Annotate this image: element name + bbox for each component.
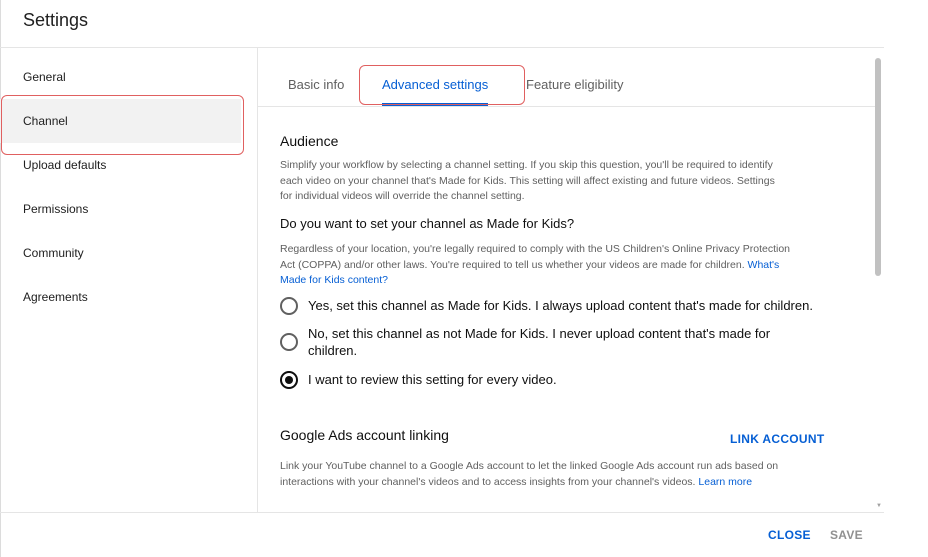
audience-description-line: each video on your channel that's Made f… (280, 174, 775, 187)
radio-label: I want to review this setting for every … (308, 372, 557, 387)
sidebar-item-label: Agreements (23, 290, 88, 304)
sidebar-item-label: Community (23, 246, 84, 260)
coppa-notice-text: Act (COPPA) and/or other laws. You're re… (280, 258, 745, 271)
active-tab-indicator (382, 103, 488, 106)
google-ads-description-text: interactions with your channel's videos … (280, 475, 696, 488)
tab-label: Advanced settings (382, 76, 489, 92)
audience-heading: Audience (280, 133, 339, 149)
coppa-notice-line: Regardless of your location, you're lega… (280, 243, 790, 255)
google-ads-description-line: Link your YouTube channel to a Google Ad… (280, 460, 779, 472)
settings-sidebar: General Channel Upload defaults Permissi… (0, 55, 257, 319)
sidebar-item-agreements[interactable]: Agreements (0, 275, 257, 319)
radio-label-line: No, set this channel as not Made for Kid… (308, 326, 771, 341)
google-ads-heading: Google Ads account linking (280, 427, 449, 443)
sidebar-divider (257, 47, 258, 512)
tab-bar: Basic info Advanced settings Feature eli… (258, 62, 875, 107)
scroll-down-arrow-icon[interactable]: ▼ (876, 503, 882, 509)
sidebar-item-label: Upload defaults (23, 158, 107, 172)
footer-divider (0, 512, 884, 513)
sidebar-item-label: Channel (23, 114, 68, 128)
scrollbar-thumb[interactable] (875, 58, 881, 276)
save-button[interactable]: SAVE (830, 528, 863, 542)
google-ads-description: Link your YouTube channel to a Google Ad… (280, 459, 840, 490)
sidebar-item-label: General (23, 70, 66, 84)
radio-option-not-made-for-kids[interactable]: No, set this channel as not Made for Kid… (280, 325, 770, 359)
sidebar-item-channel[interactable]: Channel (0, 99, 241, 143)
link-account-button[interactable]: LINK ACCOUNT (730, 432, 824, 446)
dialog-title: Settings (23, 10, 89, 30)
settings-dialog: Settings General Channel Upload defaults… (0, 0, 884, 557)
tab-advanced-settings[interactable]: Advanced settings (382, 62, 488, 106)
made-for-kids-link-continued[interactable]: Made for Kids content? (280, 273, 840, 289)
made-for-kids-link[interactable]: What's (748, 259, 780, 271)
audience-description: Simplify your workflow by selecting a ch… (280, 158, 840, 205)
learn-more-link[interactable]: Learn more (698, 476, 752, 488)
coppa-notice-line: Act (COPPA) and/or other laws. You're re… (280, 258, 840, 274)
sidebar-item-community[interactable]: Community (0, 231, 257, 275)
radio-button-unchecked[interactable] (280, 297, 298, 315)
tab-basic-info[interactable]: Basic info (288, 62, 344, 106)
radio-option-review-every-video[interactable]: I want to review this setting for every … (280, 371, 557, 389)
audience-description-line: for individual videos will override the … (280, 190, 525, 202)
radio-label: Yes, set this channel as Made for Kids. … (308, 298, 813, 313)
sidebar-item-general[interactable]: General (0, 55, 257, 99)
google-ads-description-line: interactions with your channel's videos … (280, 475, 840, 491)
close-button[interactable]: CLOSE (768, 528, 811, 542)
radio-button-checked[interactable] (280, 371, 298, 389)
coppa-notice: Regardless of your location, you're lega… (280, 242, 840, 289)
header-divider (0, 47, 884, 48)
radio-option-made-for-kids[interactable]: Yes, set this channel as Made for Kids. … (280, 297, 813, 315)
radio-button-unchecked[interactable] (280, 333, 298, 351)
sidebar-item-upload-defaults[interactable]: Upload defaults (0, 143, 257, 187)
sidebar-item-label: Permissions (23, 202, 89, 216)
radio-label-line: children. (308, 343, 358, 358)
tab-label: Basic info (288, 76, 345, 92)
tab-label: Feature eligibility (526, 76, 624, 92)
audience-description-line: Simplify your workflow by selecting a ch… (280, 159, 773, 171)
sidebar-item-permissions[interactable]: Permissions (0, 187, 257, 231)
radio-label: No, set this channel as not Made for Kid… (308, 325, 770, 359)
made-for-kids-question: Do you want to set your channel as Made … (280, 216, 575, 231)
tab-feature-eligibility[interactable]: Feature eligibility (526, 62, 624, 106)
